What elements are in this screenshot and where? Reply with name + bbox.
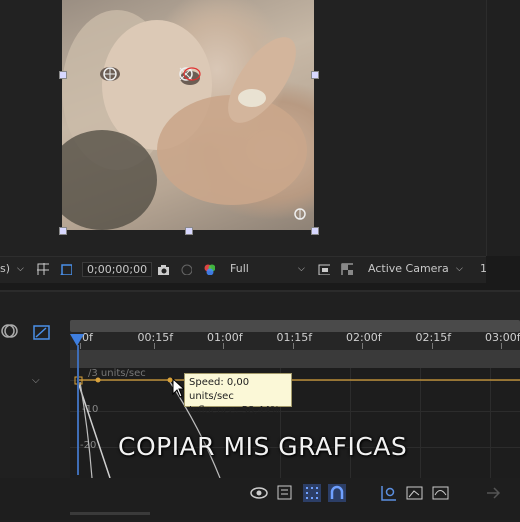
anchor-point-icon[interactable] bbox=[292, 206, 308, 222]
ruler-tick bbox=[362, 343, 363, 349]
ruler-label: 00:15f bbox=[137, 331, 174, 344]
transform-handle[interactable] bbox=[311, 71, 319, 79]
chevron-down-icon[interactable]: ⌵ bbox=[298, 264, 305, 274]
resolution-dropdown[interactable]: Full bbox=[230, 262, 249, 275]
playhead[interactable] bbox=[70, 334, 84, 346]
video-caption: COPIAR MIS GRAFICAS bbox=[118, 432, 408, 461]
fit-icon[interactable] bbox=[380, 484, 398, 502]
footage-image bbox=[62, 10, 307, 230]
fast-preview-icon[interactable] bbox=[318, 263, 330, 275]
views-dropdown[interactable]: 1 bbox=[480, 262, 487, 275]
camera-icon[interactable] bbox=[157, 263, 169, 275]
ruler-tick bbox=[153, 343, 155, 349]
tooltip-influence: Influence: 58,44% bbox=[189, 405, 280, 416]
snap-icon[interactable] bbox=[303, 484, 321, 502]
anchor-point-icon[interactable] bbox=[100, 64, 120, 84]
playhead-line[interactable] bbox=[77, 345, 79, 475]
ruler-label: 01:00f bbox=[207, 331, 243, 344]
graph-editor-toggle-icon[interactable] bbox=[33, 324, 51, 342]
ruler-tick bbox=[431, 343, 433, 349]
chevron-down-icon[interactable]: ⌵ bbox=[32, 375, 40, 386]
graph-header-band bbox=[70, 350, 520, 368]
graph-type-icon[interactable] bbox=[277, 485, 293, 501]
transform-handle[interactable] bbox=[185, 227, 193, 235]
speed-graph-curves[interactable] bbox=[70, 368, 520, 478]
magnet-icon[interactable] bbox=[328, 484, 346, 502]
ruler-label: 02:15f bbox=[415, 331, 452, 344]
channel-icon[interactable] bbox=[180, 263, 192, 275]
tracker-point-icon[interactable] bbox=[176, 64, 202, 86]
grid-icon[interactable] bbox=[37, 263, 49, 275]
transform-handle[interactable] bbox=[59, 227, 67, 235]
magnification-label[interactable]: s) bbox=[0, 262, 10, 275]
chevron-down-icon[interactable]: ⌵ bbox=[456, 264, 463, 274]
color-icon[interactable] bbox=[203, 263, 215, 275]
ruler-label: 01:15f bbox=[276, 331, 313, 344]
timecode-field[interactable]: 0;00;00;00 bbox=[82, 262, 153, 277]
camera-dropdown[interactable]: Active Camera bbox=[368, 262, 449, 275]
graph-editor-toolbar bbox=[0, 478, 520, 520]
mask-icon[interactable] bbox=[60, 263, 72, 275]
ruler-tick bbox=[292, 343, 294, 349]
ruler-label: 02:00f bbox=[346, 331, 382, 344]
influence-curve[interactable] bbox=[79, 381, 93, 478]
chevron-down-icon[interactable]: ⌵ bbox=[17, 264, 24, 274]
expand-icon[interactable] bbox=[484, 484, 502, 502]
viewer-toolbar: s) ⌵ 0;00;00;00 Full ⌵ Active Camera ⌵ 1 bbox=[0, 256, 487, 283]
composition-frame[interactable] bbox=[62, 0, 314, 230]
ruler-tick bbox=[501, 343, 502, 349]
ruler-label: 03:00f bbox=[485, 331, 520, 344]
motion-blur-icon[interactable] bbox=[0, 322, 18, 340]
transform-handle[interactable] bbox=[311, 227, 319, 235]
frame-icon[interactable] bbox=[406, 484, 424, 502]
graph-editor-icon[interactable] bbox=[432, 484, 450, 502]
eye-icon[interactable] bbox=[250, 486, 268, 500]
transparency-grid-icon[interactable] bbox=[341, 263, 353, 275]
bezier-handle[interactable] bbox=[95, 377, 101, 383]
viewer-side-panel bbox=[486, 0, 520, 256]
zoom-slider[interactable] bbox=[70, 512, 150, 515]
transform-handle[interactable] bbox=[59, 71, 67, 79]
keyframe-tooltip: Speed: 0,00 units/sec Influence: 58,44% bbox=[184, 373, 292, 416]
ruler-tick bbox=[223, 343, 224, 349]
tooltip-speed: Speed: 0,00 units/sec bbox=[189, 377, 250, 402]
